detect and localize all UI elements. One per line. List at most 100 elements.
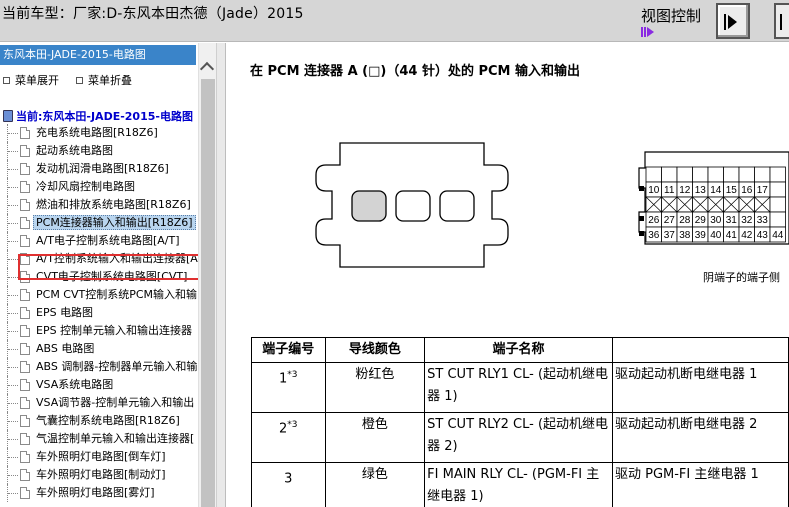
scroll-thumb[interactable] (201, 79, 215, 507)
pin-number: 36 (648, 230, 660, 241)
pin-grid: 10 11 12 13 14 15 16 1726 27 28 29 30 31 32 3336 37 38 39… (639, 166, 786, 243)
description-cell: 驱动 PGM-FI 主继电器 1 (611, 462, 789, 507)
tree-item[interactable]: 车外照明灯电路图[倒车灯] (0, 448, 198, 466)
tree-item-label: A/T电子控制系统电路图[A/T] (36, 234, 180, 247)
tree-item-label: PCM CVT控制系统PCM输入和输 (36, 288, 198, 301)
pin-number: 30 (710, 215, 722, 226)
tree-connector-line (8, 151, 18, 152)
description-cell: 驱动起动机断电继电器 1 (611, 362, 789, 413)
tree-item-label: VSA调节器-控制单元输入和输出 (36, 396, 195, 409)
table-row: 1*3 粉红色 ST CUT RLY1 CL- (起动机继电器 1) 驱动起动机断电继… (251, 362, 789, 413)
document-icon (20, 469, 30, 481)
pin-cell (769, 211, 786, 228)
key-marker (639, 216, 644, 221)
tree-root[interactable]: 当前:东风本田-JADE-2015-电路图 (3, 108, 193, 124)
tree-item-label: PCM连接器输入和输出[R18Z6] (33, 215, 196, 230)
pin-cell (769, 166, 786, 183)
tree-connector-line (8, 403, 18, 404)
pin-number: 32 (741, 215, 753, 226)
tree-item-label: 发动机润滑电路图[R18Z6] (36, 162, 169, 175)
scroll-up-icon[interactable] (199, 57, 216, 74)
table-header-row: 端子编号 导线颜色 端子名称 (251, 337, 789, 363)
sidebar-title[interactable]: 东风本田-JADE-2015-电路图 (0, 45, 196, 65)
bar-icon (780, 14, 782, 30)
tree-connector-line (8, 385, 18, 386)
document-icon (20, 307, 30, 319)
tree-connector-line (8, 475, 18, 476)
tree-item-label: 气囊控制系统电路图[R18Z6] (36, 414, 180, 427)
tree-item[interactable]: VSA调节器-控制单元输入和输出 (0, 394, 198, 412)
arrow-indicator-icon (641, 27, 654, 37)
document-icon (20, 217, 30, 229)
document-icon (20, 415, 30, 427)
tree-connector-line (8, 349, 18, 350)
document-icon (20, 163, 30, 175)
tree-connector-line (8, 169, 18, 170)
col-description (611, 337, 789, 363)
tree-item-label: 气温控制单元输入和输出连接器[ (36, 432, 195, 445)
terminal-name-cell: FI MAIN RLY CL- (PGM-FI 主继电器 1) (424, 462, 613, 507)
tree-item[interactable]: 气囊控制系统电路图[R18Z6] (0, 412, 198, 430)
terminal-footnote: *3 (287, 420, 298, 430)
pin-number: 16 (741, 185, 753, 196)
tree-item[interactable]: 车外照明灯电路图[雾灯] (0, 484, 198, 502)
book-icon (3, 110, 13, 122)
tree-item[interactable]: PCM CVT控制系统PCM输入和输 (0, 286, 198, 304)
tree-item-label: ABS 调制器-控制器单元输入和输 (36, 360, 198, 373)
tree-connector-line (8, 133, 18, 134)
tree-item[interactable]: EPS 控制单元输入和输出连接器 (0, 322, 198, 340)
view-toggle-button[interactable] (716, 3, 750, 39)
expand-all-button[interactable]: 菜单展开 (3, 72, 59, 88)
terminal-number-cell: 3 (251, 462, 326, 507)
sidebar-scrollbar[interactable] (198, 43, 216, 507)
tree-item-label: 车外照明灯电路图[雾灯] (36, 486, 155, 499)
tree-item[interactable]: 起动系统电路图 (0, 142, 198, 160)
tree-item[interactable]: 发动机润滑电路图[R18Z6] (0, 160, 198, 178)
table-row: 3 绿色 FI MAIN RLY CL- (PGM-FI 主继电器 1) 驱动 PGM… (251, 462, 789, 507)
tree-item-label: EPS 控制单元输入和输出连接器 (36, 324, 193, 337)
pin-cell (661, 166, 678, 183)
pin-number: 15 (726, 185, 738, 196)
tree-connector-line (8, 439, 18, 440)
terminal-name-cell: ST CUT RLY2 CL- (起动机继电器 2) (424, 412, 613, 463)
collapse-all-button[interactable]: 菜单折叠 (76, 72, 132, 88)
tree-item-label: 冷却风扇控制电路图 (36, 180, 135, 193)
selection-highlight (18, 254, 198, 280)
tree-item[interactable]: 充电系统电路图[R18Z6] (0, 124, 198, 142)
tree-item[interactable]: 冷却风扇控制电路图 (0, 178, 198, 196)
tree-item[interactable]: ABS 调制器-控制器单元输入和输 (0, 358, 198, 376)
tree-root-label: 当前:东风本田-JADE-2015-电路图 (16, 110, 193, 123)
tree-item-label: VSA系统电路图 (36, 378, 114, 391)
tree-item[interactable]: ABS 电路图 (0, 340, 198, 358)
document-icon (20, 325, 30, 337)
tree-item[interactable]: 气温控制单元输入和输出连接器[ (0, 430, 198, 448)
tree-item[interactable]: 车外照明灯电路图[制动灯] (0, 466, 198, 484)
view-next-button[interactable] (774, 3, 789, 39)
pin-number: 33 (757, 215, 769, 226)
document-icon (20, 379, 30, 391)
pin-number: 12 (679, 185, 691, 196)
collapse-all-label: 菜单折叠 (88, 74, 132, 87)
tree-connector-line (8, 241, 18, 242)
pin-number: 17 (757, 185, 769, 196)
document-icon (20, 145, 30, 157)
tree-connector-line (8, 493, 18, 494)
pin-number: 26 (648, 215, 660, 226)
bar-icon (724, 14, 726, 30)
sidebar: 东风本田-JADE-2015-电路图 菜单展开 菜单折叠 当前:东风本田-JAD… (0, 43, 198, 507)
tree-item[interactable]: PCM连接器输入和输出[R18Z6] (0, 214, 198, 232)
tree-item[interactable]: VSA系统电路图 (0, 376, 198, 394)
tree-connector-line (8, 277, 18, 278)
tree-item[interactable]: 燃油和排放系统电路图[R18Z6] (0, 196, 198, 214)
pin-number: 42 (741, 230, 753, 241)
pin-number: 28 (679, 215, 691, 226)
pin-number: 14 (710, 185, 722, 196)
col-terminal-no: 端子编号 (251, 337, 326, 363)
pin-cell (645, 166, 662, 183)
tree-item[interactable]: A/T电子控制系统电路图[A/T] (0, 232, 198, 250)
description-cell: 驱动起动机断电继电器 2 (611, 412, 789, 463)
pin-cell (676, 166, 693, 183)
tree-item[interactable]: EPS 电路图 (0, 304, 198, 322)
document-icon (20, 451, 30, 463)
panel-splitter[interactable] (216, 43, 226, 507)
